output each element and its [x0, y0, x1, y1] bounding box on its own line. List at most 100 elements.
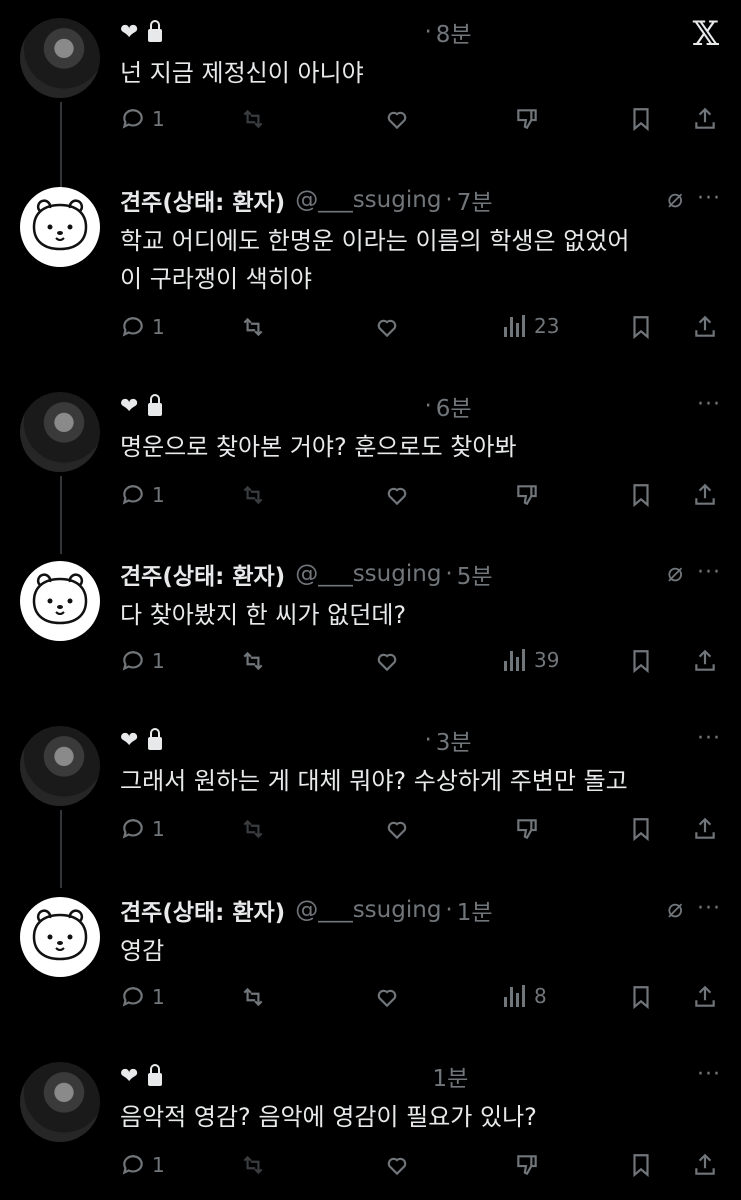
lock-icon	[148, 727, 163, 750]
tweet-time[interactable]: 1분	[457, 893, 493, 927]
like-button[interactable]	[384, 482, 410, 508]
action-bar: 1 39	[120, 648, 720, 678]
retweet-button[interactable]	[240, 1152, 266, 1178]
more-icon[interactable]: ···	[697, 392, 721, 417]
avatar[interactable]	[20, 897, 100, 977]
lock-icon	[148, 19, 163, 42]
tweet-header: ❤ 1분	[120, 1058, 468, 1094]
handle[interactable]: @___ssuging	[295, 187, 441, 213]
tweet-time[interactable]: 8분	[436, 15, 472, 49]
tweet-time[interactable]: 1분	[432, 1059, 468, 1093]
bookmark-button[interactable]	[628, 984, 654, 1010]
share-button[interactable]	[692, 648, 718, 674]
avatar[interactable]	[20, 726, 100, 806]
views-button[interactable]: 23	[504, 314, 559, 338]
tweet-time[interactable]: 5분	[457, 557, 493, 591]
retweet-button[interactable]	[240, 106, 266, 132]
reply-button[interactable]: 1	[120, 1152, 165, 1178]
reply-button[interactable]: 1	[120, 106, 165, 132]
views-button[interactable]: 39	[504, 648, 559, 672]
downvote-button[interactable]	[514, 816, 540, 842]
reply-button[interactable]: 1	[120, 816, 165, 842]
like-button[interactable]	[384, 106, 410, 132]
views-icon	[504, 985, 528, 1007]
bookmark-button[interactable]	[628, 106, 654, 132]
share-button[interactable]	[692, 1152, 718, 1178]
bookmark-button[interactable]	[628, 314, 654, 340]
bookmark-button[interactable]	[628, 1152, 654, 1178]
grok-icon[interactable]: ⌀	[667, 558, 683, 588]
retweet-button[interactable]	[240, 648, 266, 674]
more-icon[interactable]: ···	[697, 560, 721, 585]
share-button[interactable]	[692, 482, 718, 508]
avatar[interactable]	[20, 1062, 100, 1142]
display-name[interactable]: 견주(상태: 환자)	[120, 893, 285, 927]
grok-icon[interactable]: ⌀	[667, 184, 683, 214]
like-button[interactable]	[384, 1152, 410, 1178]
reply-button[interactable]: 1	[120, 984, 165, 1010]
reply-button[interactable]: 1	[120, 482, 165, 508]
downvote-button[interactable]	[514, 1152, 540, 1178]
views-count: 8	[534, 984, 547, 1008]
share-button[interactable]	[692, 984, 718, 1010]
share-button[interactable]	[692, 314, 718, 340]
more-icon[interactable]: ···	[697, 186, 721, 211]
tweet-time[interactable]: 7분	[457, 183, 493, 217]
like-icon	[377, 653, 397, 672]
bookmark-button[interactable]	[628, 482, 654, 508]
heart-icon: ❤	[120, 393, 139, 419]
dot-separator: ·	[445, 897, 453, 923]
reply-button[interactable]: 1	[120, 648, 165, 674]
tweet-text: 명운으로 찾아본 거야? 훈으로도 찾아봐	[120, 433, 517, 461]
tweet-text: 영감	[120, 937, 165, 965]
more-icon[interactable]: ···	[697, 726, 721, 751]
retweet-button[interactable]	[240, 482, 266, 508]
avatar[interactable]	[20, 187, 100, 267]
handle[interactable]: @___ssuging	[295, 897, 441, 923]
thread-line	[60, 102, 62, 188]
tweet-time[interactable]: 6분	[436, 389, 472, 423]
thread-line	[60, 476, 62, 554]
like-button[interactable]	[374, 984, 400, 1010]
grok-icon[interactable]: ⌀	[667, 894, 683, 924]
reply-icon	[122, 485, 143, 505]
retweet-button[interactable]	[240, 314, 266, 340]
downvote-button[interactable]	[514, 106, 540, 132]
avatar[interactable]	[20, 18, 100, 98]
heart-icon: ❤	[120, 727, 139, 753]
downvote-button[interactable]	[514, 482, 540, 508]
display-name[interactable]: 견주(상태: 환자)	[120, 557, 285, 591]
reply-count: 1	[152, 483, 165, 507]
like-button[interactable]	[374, 648, 400, 674]
reply-icon	[122, 109, 143, 129]
bookmark-button[interactable]	[628, 816, 654, 842]
like-icon	[377, 989, 397, 1008]
reply-icon	[122, 317, 143, 337]
reply-icon	[122, 1155, 143, 1175]
bookmark-icon	[633, 108, 649, 132]
tweet-time[interactable]: 3분	[436, 723, 472, 757]
avatar[interactable]	[20, 561, 100, 641]
handle[interactable]: @___ssuging	[295, 561, 441, 587]
avatar[interactable]	[20, 392, 100, 472]
dot-separator: ·	[445, 187, 453, 213]
retweet-button[interactable]	[240, 816, 266, 842]
bookmark-icon	[633, 650, 649, 674]
dot-separator: ·	[424, 393, 432, 419]
views-button[interactable]: 8	[504, 984, 547, 1008]
reply-icon	[122, 819, 143, 839]
share-button[interactable]	[692, 816, 718, 842]
share-button[interactable]	[692, 106, 718, 132]
like-button[interactable]	[384, 816, 410, 842]
bookmark-button[interactable]	[628, 648, 654, 674]
like-button[interactable]	[374, 314, 400, 340]
more-icon[interactable]: ···	[697, 1062, 721, 1087]
bookmark-icon	[633, 316, 649, 340]
retweet-button[interactable]	[240, 984, 266, 1010]
reply-count: 1	[152, 1153, 165, 1177]
reply-button[interactable]: 1	[120, 314, 165, 340]
more-icon[interactable]: ···	[697, 896, 721, 921]
x-logo-icon[interactable]: 𝕏	[693, 14, 719, 54]
tweet-header: 견주(상태: 환자) @___ssuging · 7분	[120, 182, 493, 218]
display-name[interactable]: 견주(상태: 환자)	[120, 183, 285, 217]
